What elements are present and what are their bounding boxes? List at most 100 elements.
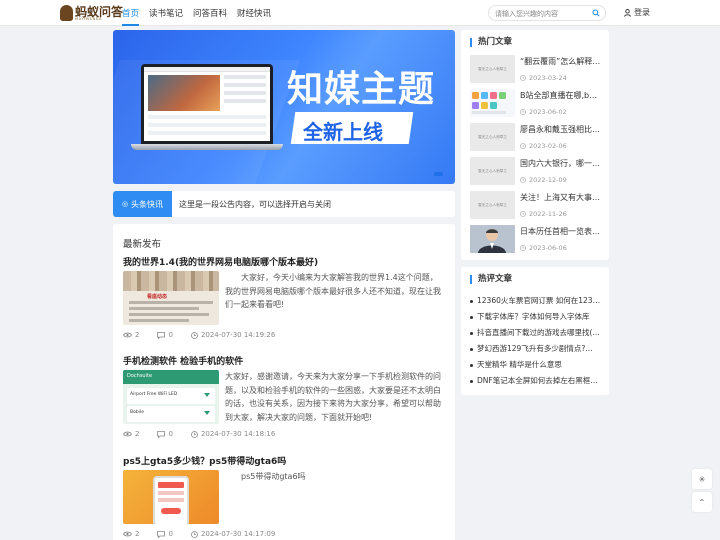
hot-thumb-image <box>470 89 515 117</box>
post-date: 2024-07-30 14:17:09 <box>200 530 276 538</box>
nav-qa-wiki[interactable]: 问答百科 <box>193 0 227 26</box>
hot-article-item[interactable]: 暂无之心人渐草之 “翻云覆雨”怎么解释… 2023-03-24 <box>470 55 602 89</box>
thumb-caption: Dochsuite <box>127 373 153 379</box>
user-icon <box>624 8 631 17</box>
carousel-indicator[interactable] <box>434 172 443 176</box>
hot-date: 2023-06-06 <box>529 244 567 252</box>
view-count: 2 <box>135 331 140 339</box>
notice-tag: ◎ 头条快讯 <box>113 191 172 217</box>
hot-title[interactable]: 日本历任首相一览表… <box>520 226 602 237</box>
login-label: 登录 <box>634 8 650 17</box>
hot-title[interactable]: “翻云覆雨”怎么解释… <box>520 56 602 67</box>
arrow-up-icon: ⌃ <box>698 497 706 507</box>
banner-subtitle: 全新上线 <box>303 120 383 144</box>
clock-icon <box>520 177 526 183</box>
hot-thumb: 暂无之心人渐草之 <box>470 123 515 151</box>
hot-date: 2023-02-06 <box>529 142 567 150</box>
review-item[interactable]: 抖音直播间下载过的游戏去哪里找(… <box>470 327 602 343</box>
banner-title: 知媒主题 <box>287 69 436 110</box>
post-title[interactable]: 手机检测软件 检验手机的软件 <box>123 354 445 367</box>
section-title: 最新发布 <box>123 239 162 250</box>
review-item[interactable]: DNF笔记本全屏如何去掉左右黑框… <box>470 375 602 391</box>
post-excerpt: 大家好，感谢邀请，今天来为大家分享一下手机检测软件的问题，以及和检验手机的软件的… <box>225 372 441 422</box>
nav-finance-news[interactable]: 财经快讯 <box>237 0 271 26</box>
notice-bar: ◎ 头条快讯 这里是一段公告内容，可以选择开启与关闭 <box>113 191 455 217</box>
sun-icon: ✳ <box>698 474 706 484</box>
eye-icon <box>123 531 132 537</box>
post-date: 2024-07-30 14:18:16 <box>200 430 276 438</box>
back-to-top-button[interactable]: ⌃ <box>692 492 712 512</box>
post-meta: 2 0 2024-07-30 14:17:09 <box>123 530 293 538</box>
laptop-illustration <box>141 64 273 144</box>
site-logo[interactable]: 蚂蚁问答 MAYIWENDA <box>60 2 123 24</box>
laptop-base <box>131 144 283 150</box>
main-nav: 首页 读书笔记 问答百科 财经快讯 <box>122 0 281 26</box>
clock-icon <box>520 109 526 115</box>
hot-article-item[interactable]: 暂无之心人渐草之 国内六大银行，哪一… 2022-12-09 <box>470 157 602 191</box>
hot-reviews-title: 热评文章 <box>470 275 512 284</box>
clock-icon <box>520 245 526 251</box>
hot-article-item[interactable]: 日本历任首相一览表… 2023-06-06 <box>470 225 602 259</box>
comment-icon <box>157 430 166 438</box>
hot-title[interactable]: 廖昌永和戴玉强相比… <box>520 124 602 135</box>
hot-article-item[interactable]: B站全部直播在哪,b… 2023-06-02 <box>470 89 602 123</box>
search-box <box>488 5 606 21</box>
hot-articles-widget: 热门文章 暂无之心人渐草之 “翻云覆雨”怎么解释… 2023-03-24 B站全… <box>461 30 609 260</box>
post-item: 我的世界1.4(我的世界网易电脑版哪个版本最好) 看座动态 大家好，今天小编来为… <box>123 255 445 339</box>
hot-thumb: 暂无之心人渐草之 <box>470 157 515 185</box>
theme-toggle-button[interactable]: ✳ <box>692 469 712 489</box>
notice-text[interactable]: 这里是一段公告内容，可以选择开启与关闭 <box>179 199 331 210</box>
clock-icon <box>520 75 526 81</box>
search-icon[interactable] <box>592 9 600 17</box>
comment-icon <box>157 530 166 538</box>
nav-reading-notes[interactable]: 读书笔记 <box>149 0 183 26</box>
review-item[interactable]: 天堂精华 精华是什么意思 <box>470 359 602 375</box>
comment-count: 0 <box>168 430 173 438</box>
hot-article-item[interactable]: 暂无之心人渐草之 关注！上海又有大事… 2022-11-26 <box>470 191 602 225</box>
ant-logo-icon <box>60 5 73 21</box>
eye-icon <box>123 332 132 338</box>
post-item: ps5上gta5多少钱？ps5带得动gta6吗 ps5带得动gta6吗 2 0 … <box>123 454 445 538</box>
view-count: 2 <box>135 530 140 538</box>
post-meta: 2 0 2024-07-30 14:19:26 <box>123 331 293 339</box>
hot-title[interactable]: 关注！上海又有大事… <box>520 192 602 203</box>
clock-icon <box>191 530 198 538</box>
search-input[interactable] <box>495 8 587 19</box>
review-item[interactable]: 下载字体库？字体如何导入字体库 <box>470 311 602 327</box>
notice-tag-label: 头条快讯 <box>131 199 164 209</box>
post-title[interactable]: ps5上gta5多少钱？ps5带得动gta6吗 <box>123 454 445 467</box>
thumb-card-label: Airport Free WiFi LED <box>130 392 178 397</box>
hero-banner[interactable]: 知媒主题 全新上线 <box>113 30 455 184</box>
hot-reviews-widget: 热评文章 12360火车票官网订票 如何在12306… 下载字体库？字体如何导入… <box>461 267 609 395</box>
login-link[interactable]: 登录 <box>624 7 650 18</box>
nav-home[interactable]: 首页 <box>122 0 140 26</box>
review-item[interactable]: 梦幻西游129飞升有多少剧情点?… <box>470 343 602 359</box>
post-thumbnail[interactable]: Dochsuite Airport Free WiFi LED Bobile <box>123 370 219 424</box>
clock-icon <box>520 143 526 149</box>
hot-articles-title: 热门文章 <box>470 38 512 47</box>
clock-icon <box>191 331 198 339</box>
comment-count: 0 <box>168 331 173 339</box>
post-meta: 2 0 2024-07-30 14:18:16 <box>123 430 293 438</box>
hot-title[interactable]: 国内六大银行，哪一… <box>520 158 602 169</box>
hot-thumb: 暂无之心人渐草之 <box>470 55 515 83</box>
review-item[interactable]: 12360火车票官网订票 如何在12306… <box>470 295 602 311</box>
hot-article-item[interactable]: 暂无之心人渐草之 廖昌永和戴玉强相比… 2023-02-06 <box>470 123 602 157</box>
review-list: 12360火车票官网订票 如何在12306… 下载字体库？字体如何导入字体库 抖… <box>470 295 602 391</box>
thumb-caption: 看座动态 <box>147 294 168 300</box>
comment-icon <box>157 331 166 339</box>
post-thumbnail[interactable] <box>123 470 219 524</box>
hot-date: 2023-03-24 <box>529 74 567 82</box>
hot-thumb: 暂无之心人渐草之 <box>470 191 515 219</box>
logo-subtext: MAYIWENDA <box>75 17 103 21</box>
eye-icon <box>123 431 132 437</box>
clock-icon <box>520 211 526 217</box>
hot-date: 2022-11-26 <box>529 210 567 218</box>
post-excerpt: ps5带得动gta6吗 <box>241 472 306 481</box>
post-title[interactable]: 我的世界1.4(我的世界网易电脑版哪个版本最好) <box>123 255 445 268</box>
hot-thumb-portrait <box>470 225 515 253</box>
post-thumbnail[interactable]: 看座动态 <box>123 271 219 325</box>
hot-title[interactable]: B站全部直播在哪,b… <box>520 90 602 101</box>
post-item: 手机检测软件 检验手机的软件 Dochsuite Airport Free Wi… <box>123 354 445 438</box>
comment-count: 0 <box>168 530 173 538</box>
